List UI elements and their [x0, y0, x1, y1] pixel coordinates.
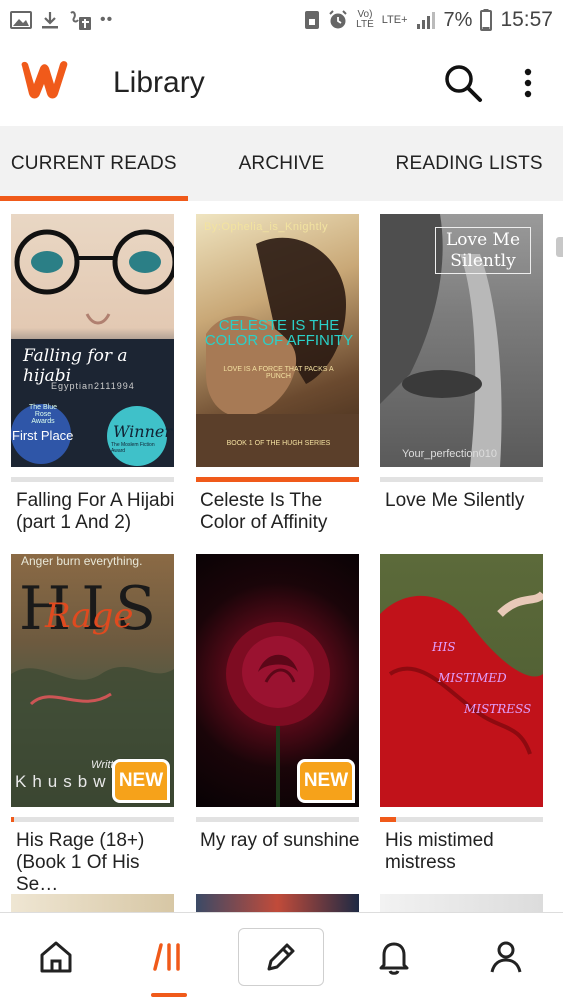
book-title-text: His Rage (18+) (Book 1 Of His Se…	[16, 830, 145, 895]
tab-archive[interactable]: ARCHIVE	[188, 126, 376, 201]
new-badge: NEW	[112, 759, 170, 803]
home-icon	[40, 941, 72, 973]
nav-active-indicator	[151, 993, 187, 997]
cover-author-text: Your_perfection010	[402, 448, 498, 460]
cover-author-text: By:Ophelia_is_Knightly	[204, 221, 329, 233]
book-cover[interactable]: Anger burn everything. HIS Rage Written …	[11, 554, 174, 807]
reading-progress-bar	[11, 817, 174, 822]
search-icon	[445, 65, 482, 102]
cover-title-text: Falling for a hijabi	[23, 346, 128, 386]
book-title[interactable]: Falling For A Hijabi (part 1 And 2)	[16, 490, 186, 534]
cover-author-text: Egyptian2111994	[51, 381, 135, 391]
download-icon	[40, 10, 60, 30]
nav-library[interactable]	[113, 913, 225, 1000]
bottom-navigation	[0, 912, 563, 1000]
book-cover[interactable]: NEW	[196, 554, 359, 807]
reading-progress-fill	[11, 817, 15, 822]
cover-title-text: Celeste is the color of Affinity	[204, 317, 354, 349]
nav-write[interactable]	[225, 913, 337, 1000]
nav-notifications[interactable]	[338, 913, 450, 1000]
book-title[interactable]: His Rage (18+) (Book 1 Of His Se…	[16, 830, 186, 896]
status-bar-right: Vo) LTE LTE+ 7% 15:57	[304, 8, 553, 32]
status-bar: •• Vo) LTE LTE+ 7% 15:57	[0, 0, 563, 40]
more-vertical-icon	[524, 68, 532, 98]
reading-progress-fill	[196, 477, 359, 482]
status-bar-left: ••	[10, 9, 113, 31]
signal-icon	[416, 10, 436, 30]
cover-title-script-text: Rage	[45, 596, 134, 636]
reading-progress-bar	[380, 817, 543, 822]
profile-icon	[490, 941, 522, 973]
book-cover[interactable]	[196, 894, 359, 912]
cover-title-box: Love Me Silently	[435, 227, 531, 274]
overflow-menu-button[interactable]	[512, 60, 544, 106]
tab-current-reads[interactable]: CURRENT READS	[0, 126, 188, 201]
cover-title-text: MISTRESS	[464, 702, 532, 716]
new-badge: NEW	[297, 759, 355, 803]
volte-bottom-text: LTE	[356, 19, 374, 30]
reading-progress-bar	[380, 477, 543, 482]
nav-profile[interactable]	[450, 913, 562, 1000]
nav-home[interactable]	[0, 913, 112, 1000]
search-button[interactable]	[440, 60, 486, 106]
library-icon	[153, 943, 180, 971]
book-cover[interactable]: By:Ophelia_is_Knightly Celeste is the co…	[196, 214, 359, 467]
alarm-icon	[328, 10, 348, 30]
cover-title-text: Love Me Silently	[445, 230, 521, 271]
reading-progress-bar	[11, 477, 174, 482]
screen: •• Vo) LTE LTE+ 7% 15:57 Library CURRENT…	[0, 0, 563, 1000]
book-title[interactable]: Celeste Is The Color of Affinity	[200, 490, 370, 534]
cover-award-text: Winner	[113, 422, 173, 441]
book-cover[interactable]	[380, 894, 543, 912]
book-cover[interactable]	[11, 894, 174, 912]
clock: 15:57	[500, 8, 553, 31]
cover-title-text: HIS	[432, 640, 456, 654]
lock-notification-icon	[304, 10, 320, 30]
reading-progress-bar	[196, 477, 359, 482]
library-tabs: CURRENT READS ARCHIVE READING LISTS	[0, 126, 563, 201]
book-title[interactable]: Love Me Silently	[385, 490, 555, 512]
scrollbar[interactable]	[556, 237, 563, 257]
cover-tagline-text: Anger burn everything.	[21, 554, 143, 568]
pencil-icon	[267, 943, 295, 971]
cover-author-text: Khusbw	[15, 772, 112, 791]
volte-indicator: Vo) LTE	[356, 10, 374, 30]
book-cover[interactable]: Falling for a hijabi Egyptian2111994 The…	[11, 214, 174, 467]
book-title[interactable]: My ray of sunshine	[200, 830, 370, 852]
page-title: Library	[113, 66, 205, 99]
cover-series-text: Book 1 of the Hugh series	[226, 440, 331, 447]
tab-reading-lists[interactable]: READING LISTS	[375, 126, 563, 201]
cover-award-text: First Place	[12, 428, 74, 443]
app-notification-icon	[68, 9, 92, 31]
book-cover[interactable]: HIS MISTIMED MISTRESS	[380, 554, 543, 807]
app-bar: Library	[0, 40, 563, 126]
reading-progress-bar	[196, 817, 359, 822]
book-title[interactable]: His mistimed mistress	[385, 830, 555, 874]
cover-award-text: The Moslem Fiction Award	[111, 442, 155, 454]
battery-percent: 7%	[443, 8, 473, 31]
cover-tagline-text: Love is a force that packs a punch	[223, 366, 334, 380]
write-button[interactable]	[238, 928, 324, 986]
reading-progress-fill	[380, 817, 397, 822]
wattpad-logo-icon[interactable]	[18, 58, 70, 102]
bell-icon	[379, 942, 409, 975]
book-cover[interactable]: Love Me Silently Your_perfection010	[380, 214, 543, 467]
more-notifications-indicator: ••	[100, 11, 114, 28]
network-type: LTE+	[381, 13, 408, 26]
battery-icon	[480, 9, 493, 31]
gallery-notification-icon	[10, 10, 32, 30]
cover-award-text: The Blue Rose Awards	[28, 404, 58, 425]
cover-title-text: MISTIMED	[438, 671, 507, 685]
book-grid[interactable]: Falling for a hijabi Egyptian2111994 The…	[0, 201, 563, 912]
